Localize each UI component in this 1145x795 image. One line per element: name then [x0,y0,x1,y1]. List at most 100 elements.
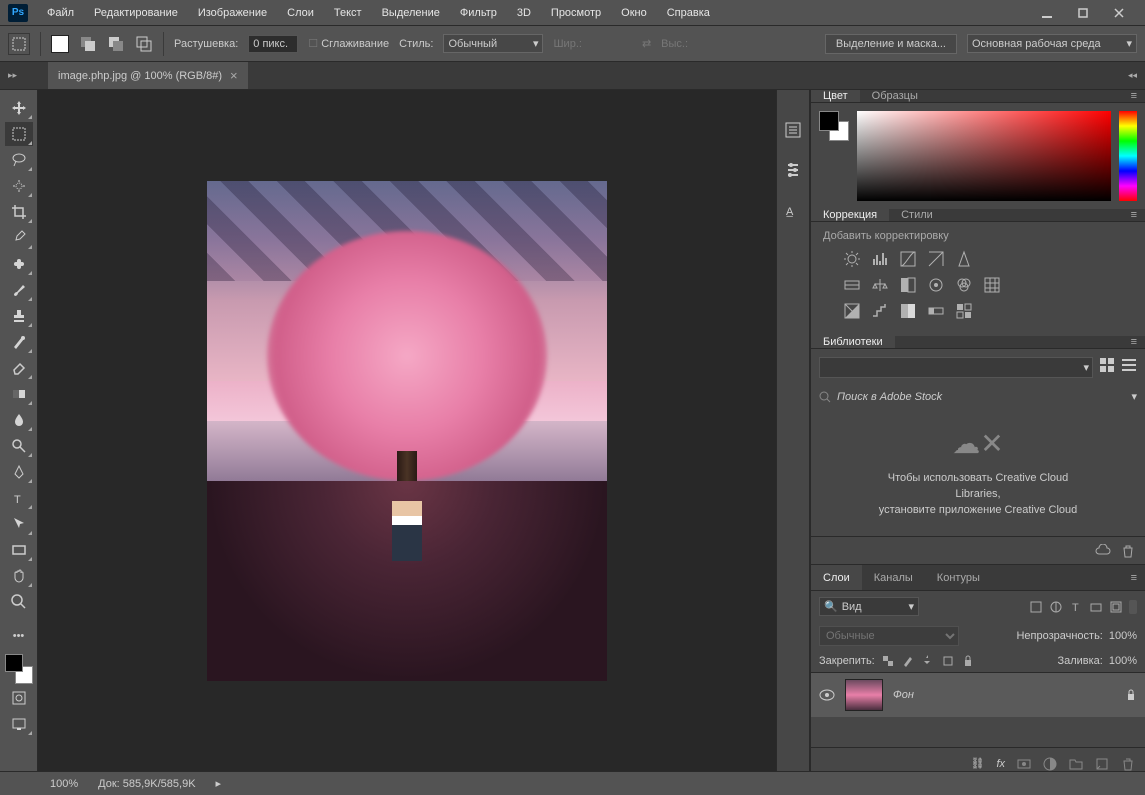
color-field[interactable] [857,111,1111,201]
photo-filter-icon[interactable] [927,276,945,294]
screen-mode-tool[interactable] [5,712,33,736]
new-layer-icon[interactable] [1095,757,1109,771]
blend-mode-select[interactable]: Обычные [819,626,959,646]
menu-type[interactable]: Текст [325,3,371,23]
filter-shape-icon[interactable] [1089,600,1103,614]
maximize-button[interactable] [1065,0,1101,26]
exposure-icon[interactable] [927,250,945,268]
filter-adjust-icon[interactable] [1049,600,1063,614]
quick-select-tool[interactable] [5,174,33,198]
curves-icon[interactable] [899,250,917,268]
layer-filter[interactable]: 🔍 Вид ▾ [819,597,919,616]
marquee-tool[interactable] [5,122,33,146]
panel-menu-icon[interactable]: ≡ [1123,209,1145,221]
libraries-tab[interactable]: Библиотеки [811,336,895,348]
bw-icon[interactable] [899,276,917,294]
menu-edit[interactable]: Редактирование [85,3,187,23]
status-flyout-icon[interactable]: ▸ [216,777,222,790]
close-tab-icon[interactable]: × [230,68,238,83]
style-select[interactable]: Обычный▾ [443,34,543,53]
layer-mask-icon[interactable] [1017,757,1031,771]
move-tool[interactable] [5,96,33,120]
channels-tab[interactable]: Каналы [862,565,925,590]
workspace-select[interactable]: Основная рабочая среда▾ [967,34,1137,53]
rectangle-tool[interactable] [5,538,33,562]
blur-tool[interactable] [5,408,33,432]
menu-view[interactable]: Просмотр [542,3,610,23]
menu-select[interactable]: Выделение [373,3,449,23]
menu-image[interactable]: Изображение [189,3,276,23]
filter-pixel-icon[interactable] [1029,600,1043,614]
brightness-icon[interactable] [843,250,861,268]
color-swatches[interactable] [5,654,33,684]
current-tool-icon[interactable] [8,33,30,55]
pen-tool[interactable] [5,460,33,484]
type-tool[interactable]: T [5,486,33,510]
delete-layer-icon[interactable] [1121,757,1135,771]
brush-tool[interactable] [5,278,33,302]
selective-color-icon[interactable] [955,302,973,320]
character-panel-icon[interactable]: A̲ [783,200,803,220]
library-select[interactable]: ▾ [819,357,1093,378]
visibility-icon[interactable] [819,689,835,701]
cloud-sync-icon[interactable] [1095,544,1111,558]
properties-panel-icon[interactable] [783,160,803,180]
trash-icon[interactable] [1121,544,1135,558]
history-brush-tool[interactable] [5,330,33,354]
zoom-tool[interactable] [5,590,33,614]
layers-tab[interactable]: Слои [811,565,862,590]
gradient-tool[interactable] [5,382,33,406]
subtract-selection-icon[interactable] [107,35,125,53]
filter-smart-icon[interactable] [1109,600,1123,614]
doc-size[interactable]: Док: 585,9K/585,9K [98,778,195,790]
panel-color-swatches[interactable] [819,111,849,141]
expand-panels-icon[interactable]: ◂◂ [1128,70,1137,81]
lock-paint-icon[interactable] [901,654,915,668]
menu-layer[interactable]: Слои [278,3,323,23]
path-select-tool[interactable] [5,512,33,536]
styles-tab[interactable]: Стили [889,209,945,221]
menu-window[interactable]: Окно [612,3,656,23]
new-selection-icon[interactable] [51,35,69,53]
select-and-mask-button[interactable]: Выделение и маска... [825,34,957,54]
eyedropper-tool[interactable] [5,226,33,250]
lock-all-icon[interactable] [961,654,975,668]
threshold-icon[interactable] [899,302,917,320]
expand-toolbar-icon[interactable]: ▸▸ [8,70,17,81]
adjustment-layer-icon[interactable] [1043,757,1057,771]
color-lookup-icon[interactable] [983,276,1001,294]
link-layers-icon[interactable]: ⛓ [970,757,984,770]
minimize-button[interactable] [1029,0,1065,26]
grid-view-icon[interactable] [1099,357,1115,373]
paths-tab[interactable]: Контуры [925,565,992,590]
gradient-map-icon[interactable] [927,302,945,320]
foreground-color[interactable] [5,654,23,672]
menu-file[interactable]: Файл [38,3,83,23]
dodge-tool[interactable] [5,434,33,458]
panel-menu-icon[interactable]: ≡ [1123,336,1145,348]
hue-icon[interactable] [843,276,861,294]
adjustments-tab[interactable]: Коррекция [811,209,889,221]
add-selection-icon[interactable] [79,35,97,53]
edit-toolbar[interactable]: ••• [5,624,33,648]
lasso-tool[interactable] [5,148,33,172]
layer-row[interactable]: Фон [811,673,1145,717]
intersect-selection-icon[interactable] [135,35,153,53]
feather-input[interactable]: 0 пикс. [248,35,298,53]
healing-tool[interactable] [5,252,33,276]
zoom-level[interactable]: 100% [50,778,78,790]
list-view-icon[interactable] [1121,357,1137,373]
color-balance-icon[interactable] [871,276,889,294]
lock-artboard-icon[interactable] [941,654,955,668]
layer-fx-icon[interactable]: fx [996,758,1005,770]
stamp-tool[interactable] [5,304,33,328]
menu-help[interactable]: Справка [658,3,719,23]
document-tab[interactable]: image.php.jpg @ 100% (RGB/8#) × [48,62,248,89]
lock-position-icon[interactable] [921,654,935,668]
library-search[interactable]: Поиск в Adobe Stock ▾ [811,386,1145,407]
canvas-area[interactable] [38,90,776,771]
channel-mixer-icon[interactable] [955,276,973,294]
filter-type-icon[interactable]: T [1069,600,1083,614]
history-panel-icon[interactable] [783,120,803,140]
color-tab[interactable]: Цвет [811,90,860,102]
